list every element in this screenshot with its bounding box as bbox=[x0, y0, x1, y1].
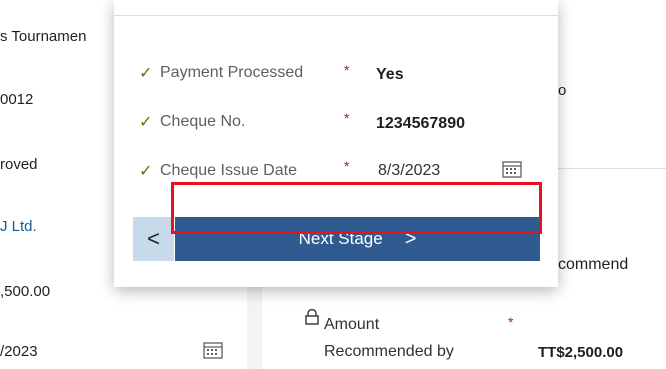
required-indicator: * bbox=[344, 158, 350, 174]
calendar-icon[interactable] bbox=[203, 341, 223, 364]
chevron-left-icon: < bbox=[147, 226, 160, 251]
payment-processed-value[interactable]: Yes bbox=[376, 66, 404, 84]
required-indicator: * bbox=[344, 62, 350, 78]
required-indicator: * bbox=[508, 314, 514, 330]
cheque-no-label: Cheque No. bbox=[160, 113, 246, 130]
left-field-event-name: s Tournamen bbox=[0, 28, 87, 45]
highlight-annotation bbox=[171, 182, 542, 234]
lock-icon bbox=[305, 308, 319, 330]
check-icon: ✓ bbox=[139, 65, 153, 82]
amount-value: TT$2,500.00 bbox=[538, 344, 624, 361]
left-field-number: 0012 bbox=[0, 91, 34, 108]
required-indicator: * bbox=[344, 110, 350, 126]
flyout-divider bbox=[114, 15, 558, 16]
payment-processed-label: Payment Processed bbox=[160, 64, 304, 81]
cheque-issue-date-label: Cheque Issue Date bbox=[160, 162, 297, 179]
cheque-no-input[interactable]: 1234567890 bbox=[376, 115, 465, 133]
calendar-icon[interactable] bbox=[502, 160, 522, 183]
left-field-company-link[interactable]: J Ltd. bbox=[0, 218, 37, 235]
left-field-date: /2023 bbox=[0, 343, 38, 360]
check-icon: ✓ bbox=[139, 163, 153, 180]
recommend-heading: commend bbox=[558, 256, 629, 273]
amount-label: Amount bbox=[324, 316, 380, 333]
recommended-by-label: Recommended by bbox=[324, 343, 454, 360]
left-field-amount: ,500.00 bbox=[0, 283, 51, 300]
right-top-text: o bbox=[558, 82, 567, 99]
cheque-issue-date-input[interactable]: 8/3/2023 bbox=[378, 162, 440, 180]
back-button[interactable]: < bbox=[133, 217, 174, 261]
left-field-status: roved bbox=[0, 156, 38, 173]
check-icon: ✓ bbox=[139, 114, 153, 131]
